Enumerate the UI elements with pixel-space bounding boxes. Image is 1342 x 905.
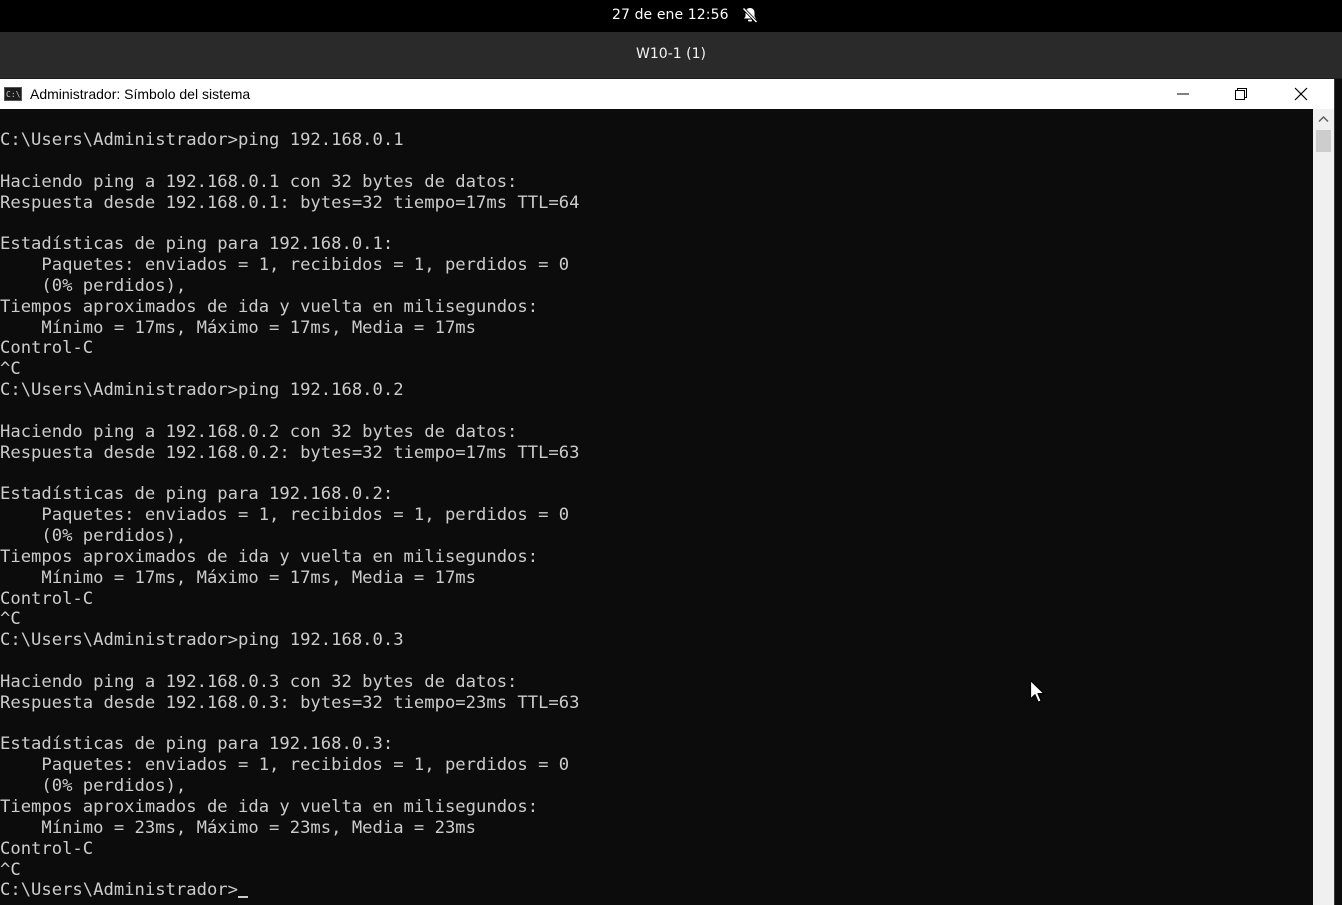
minimize-button[interactable]: [1154, 79, 1212, 109]
console-line: Estadísticas de ping para 192.168.0.1:: [0, 234, 394, 255]
console-line: Estadísticas de ping para 192.168.0.2:: [0, 484, 394, 505]
console-line: Paquetes: enviados = 1, recibidos = 1, p…: [41, 255, 570, 276]
console-line: Mínimo = 17ms, Máximo = 17ms, Media = 17…: [41, 567, 476, 588]
scrollbar-thumb[interactable]: [1316, 130, 1331, 152]
console-line: Mínimo = 23ms, Máximo = 23ms, Media = 23…: [41, 817, 476, 838]
console-line: Respuesta desde 192.168.0.1: bytes=32 ti…: [0, 192, 580, 213]
console-output-area[interactable]: C:\Users\Administrador>ping 192.168.0.1 …: [0, 109, 1312, 905]
console-line: Tiempos aproximados de ida y vuelta en m…: [0, 296, 539, 317]
console-line: Estadísticas de ping para 192.168.0.3:: [0, 734, 394, 755]
close-button[interactable]: [1272, 79, 1330, 109]
console-line: Respuesta desde 192.168.0.3: bytes=32 ti…: [0, 692, 580, 713]
mouse-pointer-icon: [1029, 679, 1045, 703]
console-line: Paquetes: enviados = 1, recibidos = 1, p…: [41, 755, 570, 776]
console-line: (0% perdidos),: [41, 776, 187, 797]
console-prompt: C:\Users\Administrador>: [0, 880, 238, 901]
console-history: C:\Users\Administrador>ping 192.168.0.1 …: [0, 130, 579, 880]
console-line: Respuesta desde 192.168.0.2: bytes=32 ti…: [0, 442, 580, 463]
console-line: Haciendo ping a 192.168.0.1 con 32 bytes…: [0, 171, 518, 192]
console-line: ^C: [0, 859, 21, 880]
console-line: Haciendo ping a 192.168.0.3 con 32 bytes…: [0, 671, 518, 692]
console-line: Mínimo = 17ms, Máximo = 17ms, Media = 17…: [41, 317, 476, 338]
console-line: Tiempos aproximados de ida y vuelta en m…: [0, 797, 539, 817]
scroll-up-button[interactable]: [1313, 109, 1334, 129]
console-line: Control-C: [0, 338, 94, 359]
cmd-window: C:\ Administrador: Símbolo del sistema C…: [0, 79, 1335, 905]
console-line: Control-C: [0, 838, 94, 859]
console-line: C:\Users\Administrador>ping 192.168.0.2: [0, 380, 404, 401]
console-line: Haciendo ping a 192.168.0.2 con 32 bytes…: [0, 421, 518, 442]
date-time-clock[interactable]: 27 de ene 12:56: [612, 7, 729, 23]
vertical-scrollbar[interactable]: [1313, 109, 1334, 905]
text-caret: [238, 896, 248, 899]
console-line: ^C: [0, 359, 21, 380]
chevron-up-icon: [1318, 115, 1329, 123]
console-line: Control-C: [0, 588, 94, 609]
cmd-window-title: Administrador: Símbolo del sistema: [30, 86, 251, 102]
console-text: C:\Users\Administrador>ping 192.168.0.1 …: [0, 130, 579, 901]
console-line: (0% perdidos),: [41, 275, 187, 296]
vm-window-title: W10-1 (1): [636, 46, 706, 62]
bell-slash-icon[interactable]: [741, 6, 759, 24]
close-icon: [1294, 87, 1308, 101]
console-line: ^C: [0, 609, 21, 630]
console-line: Tiempos aproximados de ida y vuelta en m…: [0, 546, 539, 567]
console-line: (0% perdidos),: [41, 526, 187, 547]
console-line: C:\Users\Administrador>ping 192.168.0.1: [0, 130, 404, 150]
console-line: Paquetes: enviados = 1, recibidos = 1, p…: [41, 505, 570, 526]
minimize-icon: [1177, 93, 1189, 95]
cmd-titlebar[interactable]: C:\ Administrador: Símbolo del sistema: [0, 79, 1334, 109]
restore-button[interactable]: [1212, 79, 1270, 109]
console-line: C:\Users\Administrador>ping 192.168.0.3: [0, 630, 404, 651]
system-top-bar: 27 de ene 12:56: [0, 0, 1342, 32]
restore-icon: [1235, 88, 1247, 100]
vm-window-titlebar: W10-1 (1): [0, 32, 1342, 79]
cmd-app-icon[interactable]: C:\: [4, 87, 22, 101]
